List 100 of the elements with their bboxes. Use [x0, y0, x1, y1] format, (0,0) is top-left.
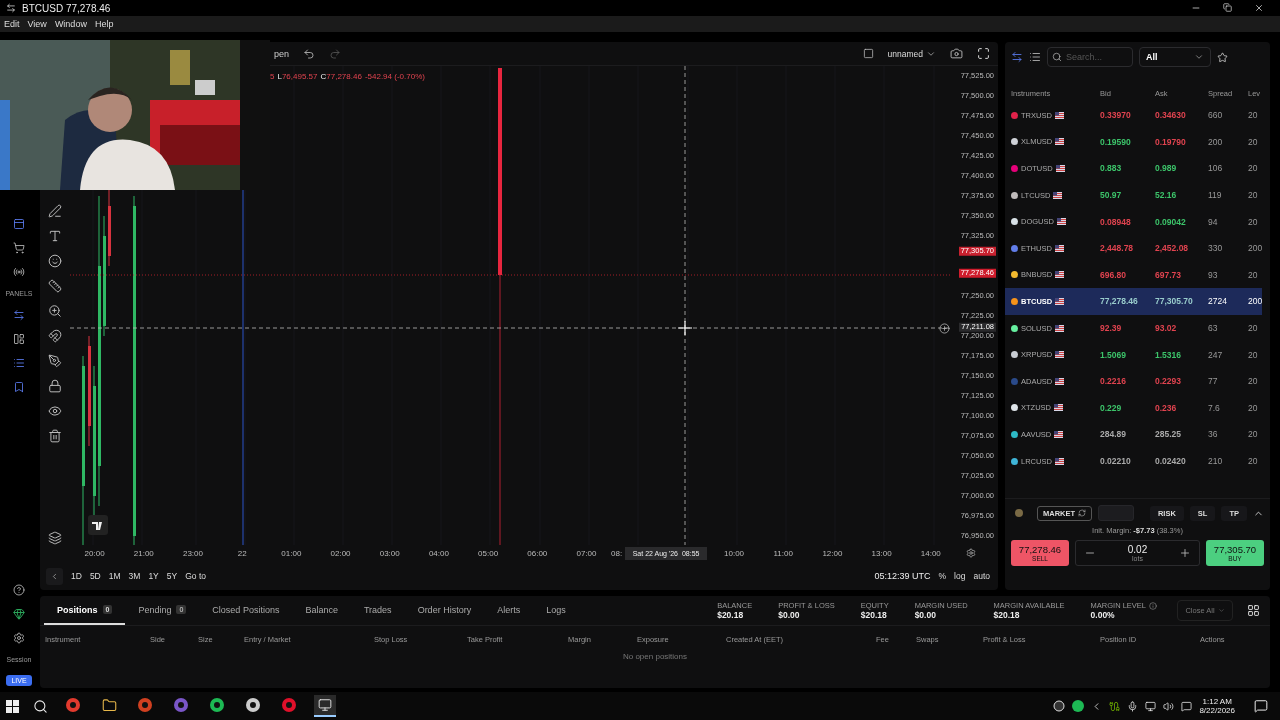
- spread-cell-text: 36: [1208, 429, 1219, 440]
- empty-message: No open positions: [621, 652, 688, 661]
- app-icon[interactable]: [245, 697, 261, 713]
- panel-icon[interactable]: [13, 218, 25, 230]
- ask-cell-text: 52.16: [1155, 190, 1178, 201]
- bookmark-icon[interactable]: [13, 381, 25, 393]
- spread-cell-text: 119: [1208, 190, 1223, 201]
- spread-cell-text: 63: [1208, 323, 1219, 334]
- trash-icon[interactable]: [48, 429, 62, 443]
- menu-item[interactable]: Help: [94, 19, 114, 29]
- windows-icon[interactable]: [6, 699, 19, 713]
- settings-icon[interactable]: [13, 632, 25, 644]
- menu-item[interactable]: Edit: [4, 19, 20, 29]
- flag-icon: [1054, 244, 1064, 252]
- restore-icon[interactable]: [1223, 3, 1232, 12]
- bid-cell-text: 0.08948: [1100, 216, 1132, 227]
- add-alert-icon[interactable]: [939, 323, 950, 334]
- cable-icon[interactable]: [1109, 700, 1121, 712]
- camera-icon[interactable]: [950, 47, 963, 60]
- chevron-left-icon: [50, 571, 59, 581]
- swap-icon[interactable]: [13, 309, 25, 321]
- spread-cell-text: 77: [1208, 376, 1219, 387]
- menu-item[interactable]: Window: [54, 19, 87, 29]
- text-icon[interactable]: [48, 229, 62, 243]
- plus-icon[interactable]: [1179, 547, 1191, 559]
- chat-icon[interactable]: [1181, 700, 1193, 712]
- bid-cell-text: 0.229: [1100, 402, 1123, 413]
- pen-tool-icon[interactable]: [48, 354, 62, 368]
- scale-button[interactable]: log: [954, 571, 966, 581]
- ask-cell-text: 0.09042: [1155, 216, 1187, 227]
- ask-cell-text: 0.19790: [1155, 136, 1187, 147]
- range-button[interactable]: 1M: [108, 571, 121, 581]
- range-button[interactable]: 1Y: [148, 571, 159, 581]
- notification-icon[interactable]: [1254, 699, 1268, 713]
- list-icon[interactable]: [1029, 51, 1041, 63]
- flag-icon: [1055, 351, 1065, 359]
- app-icon[interactable]: [209, 697, 225, 713]
- menu-item[interactable]: View: [27, 19, 47, 29]
- microphone-icon[interactable]: [1127, 700, 1139, 712]
- bid-cell-text: 0.02210: [1100, 456, 1132, 466]
- tab[interactable]: Balance: [292, 596, 351, 625]
- leverage-cell-text: 20: [1248, 376, 1259, 387]
- flag-icon: [1055, 297, 1065, 305]
- bid-cell-text: 2,448.78: [1100, 243, 1135, 254]
- ask-cell-text: 93.02: [1155, 323, 1178, 334]
- zoom-icon[interactable]: [48, 304, 62, 318]
- input-field[interactable]: [1098, 505, 1135, 521]
- taskbar-clock[interactable]: 1:12 AM 8/22/2026: [1199, 697, 1235, 715]
- tab[interactable]: Logs: [533, 596, 579, 625]
- smiley-icon[interactable]: [48, 254, 62, 268]
- pen-icon[interactable]: [48, 204, 62, 218]
- leverage-cell-text: 20: [1248, 110, 1259, 121]
- range-button[interactable]: 3M: [128, 571, 141, 581]
- tray-icon[interactable]: [1072, 700, 1085, 712]
- broadcast-icon[interactable]: [13, 266, 25, 278]
- range-button[interactable]: 1D: [71, 571, 82, 581]
- volume-icon[interactable]: [1163, 700, 1175, 712]
- flag-icon: [1054, 111, 1064, 119]
- tray-icon[interactable]: [1053, 700, 1066, 712]
- filter-dropdown[interactable]: All: [1139, 47, 1211, 67]
- scale-button[interactable]: auto: [973, 571, 990, 581]
- help-icon[interactable]: [13, 584, 25, 596]
- time-label: 02:00: [329, 548, 352, 560]
- layout-icon[interactable]: [13, 333, 25, 345]
- tab[interactable]: Closed Positions: [199, 596, 293, 625]
- magnet-icon[interactable]: [48, 329, 62, 343]
- gem-icon[interactable]: [13, 608, 25, 620]
- bid-cell-text: 696.80: [1100, 269, 1127, 280]
- scale-button[interactable]: %: [938, 571, 947, 581]
- spread-cell-text: 7.6: [1208, 402, 1221, 413]
- range-button[interactable]: 5D: [89, 571, 101, 581]
- layers-icon[interactable]: [48, 531, 62, 545]
- range-button[interactable]: 5Y: [166, 571, 178, 581]
- toolbar-label[interactable]: pen: [274, 48, 290, 59]
- search-field[interactable]: Search...: [1047, 47, 1133, 67]
- stat-value: $20.18: [993, 610, 1021, 620]
- tab[interactable]: Alerts: [484, 596, 534, 625]
- folder-icon[interactable]: [101, 697, 117, 713]
- undo-icon[interactable]: [303, 47, 316, 60]
- tab[interactable]: Order History: [404, 596, 485, 625]
- stat-value: 0.00%: [1090, 610, 1116, 620]
- swap-icon[interactable]: [1011, 51, 1023, 63]
- search-icon[interactable]: [33, 698, 48, 714]
- layout-dropdown[interactable]: unnamed: [887, 48, 936, 59]
- eye-icon[interactable]: [48, 404, 62, 418]
- tab[interactable]: Trades: [350, 596, 405, 625]
- star-icon[interactable]: [1217, 51, 1228, 63]
- list-icon[interactable]: [13, 357, 25, 369]
- ask-cell-text: 1.5316: [1155, 349, 1182, 360]
- ruler-icon[interactable]: [48, 279, 62, 293]
- cart-icon[interactable]: [13, 242, 25, 254]
- ask-cell-text: 0.02420: [1155, 456, 1187, 466]
- checkbox-icon[interactable]: [862, 48, 874, 59]
- grid-icon[interactable]: [1247, 604, 1260, 617]
- close-icon[interactable]: [1254, 3, 1264, 13]
- range-button[interactable]: Go to: [185, 571, 206, 581]
- fullscreen-icon[interactable]: [977, 47, 990, 60]
- settings-icon[interactable]: [966, 548, 976, 558]
- lock-icon[interactable]: [48, 379, 62, 393]
- time-label: 05:00: [477, 548, 500, 560]
